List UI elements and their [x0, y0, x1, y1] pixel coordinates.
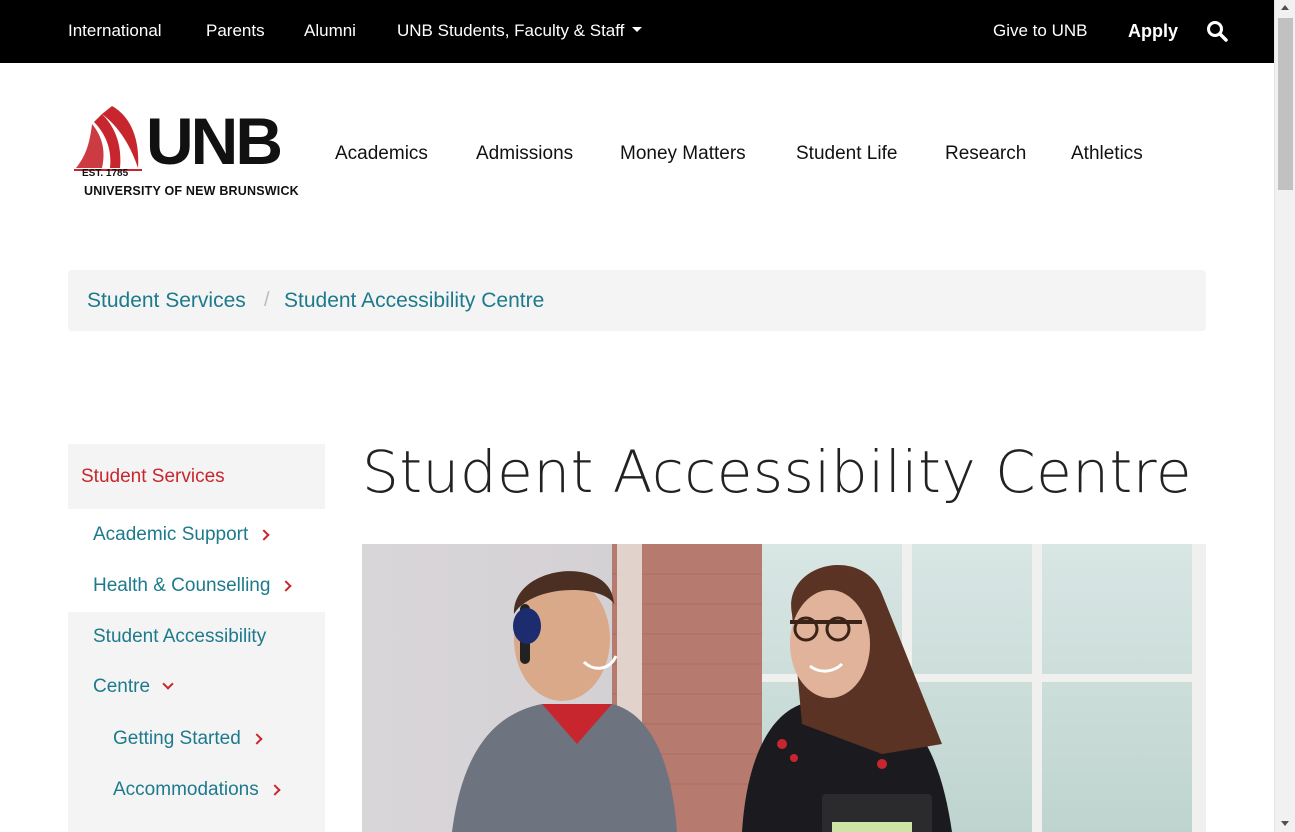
sidebar-heading[interactable]: Student Services [68, 444, 325, 509]
caret-down-icon [632, 27, 643, 33]
dropdown-label: UNB Students, Faculty & Staff [397, 21, 625, 40]
sidebar-item-label-line2: Centre [93, 676, 151, 697]
apply-button[interactable]: Apply [1128, 21, 1178, 42]
students-photo-icon [362, 544, 1206, 832]
sidebar-item-label: Health & Counselling [93, 575, 271, 596]
logo-est: EST. 1785 [82, 168, 129, 179]
sidebar-item-academic-support[interactable]: Academic Support [93, 524, 270, 546]
logo-university-name: UNIVERSITY OF NEW BRUNSWICK [84, 184, 299, 198]
chevron-right-icon [280, 580, 293, 592]
sidebar-item-health-counselling[interactable]: Health & Counselling [93, 575, 293, 597]
sidebar-subitem-accommodations[interactable]: Accommodations [113, 779, 281, 801]
nav-student-life[interactable]: Student Life [796, 143, 897, 165]
chevron-right-icon [251, 733, 263, 745]
page-scrollbar[interactable] [1274, 0, 1295, 832]
logo-wordmark: UNB [146, 104, 283, 178]
hero-image [362, 544, 1206, 832]
chevron-right-icon [269, 784, 281, 796]
sidebar-item-label: Academic Support [93, 524, 249, 545]
breadcrumb-student-accessibility-centre[interactable]: Student Accessibility Centre [284, 289, 544, 313]
nav-money-matters[interactable]: Money Matters [620, 143, 746, 165]
topbar-link-international[interactable]: International [68, 21, 162, 41]
sidebar-item-student-accessibility-centre-cont[interactable]: Centre [93, 676, 174, 698]
sidebar-subitem-getting-started[interactable]: Getting Started [113, 728, 263, 750]
page-title: Student Accessibility Centre [362, 438, 1193, 506]
nav-academics[interactable]: Academics [335, 143, 428, 165]
utility-bar: International Parents Alumni UNB Student… [0, 0, 1274, 63]
unb-logo[interactable]: UNB EST. 1785 UNIVERSITY OF NEW BRUNSWIC… [72, 104, 304, 200]
nav-admissions[interactable]: Admissions [476, 143, 573, 165]
scrollbar-thumb[interactable] [1278, 18, 1293, 190]
topbar-link-give[interactable]: Give to UNB [993, 21, 1087, 41]
sail-logo-icon [74, 106, 142, 171]
topbar-link-parents[interactable]: Parents [206, 21, 265, 41]
topbar-dropdown-students-faculty-staff[interactable]: UNB Students, Faculty & Staff [397, 21, 643, 41]
scroll-up-arrow-icon[interactable] [1281, 5, 1289, 10]
sidebar-item-label: Getting Started [113, 728, 241, 749]
nav-research[interactable]: Research [945, 143, 1026, 165]
topbar-link-alumni[interactable]: Alumni [304, 21, 356, 41]
sidebar-item-label-line1: Student Accessibility [93, 626, 267, 647]
chevron-right-icon [258, 529, 270, 541]
breadcrumb: Student Services / Student Accessibility… [68, 270, 1206, 331]
breadcrumb-student-services[interactable]: Student Services [87, 289, 246, 313]
nav-athletics[interactable]: Athletics [1071, 143, 1143, 165]
breadcrumb-separator: / [264, 289, 270, 311]
search-icon[interactable] [1206, 20, 1228, 42]
scroll-down-arrow-icon[interactable] [1281, 821, 1289, 826]
sidebar-item-student-accessibility-centre[interactable]: Student Accessibility [93, 626, 266, 648]
sidebar-item-label: Accommodations [113, 779, 259, 800]
sidebar-heading-label: Student Services [81, 466, 225, 487]
chevron-down-icon [162, 678, 174, 690]
